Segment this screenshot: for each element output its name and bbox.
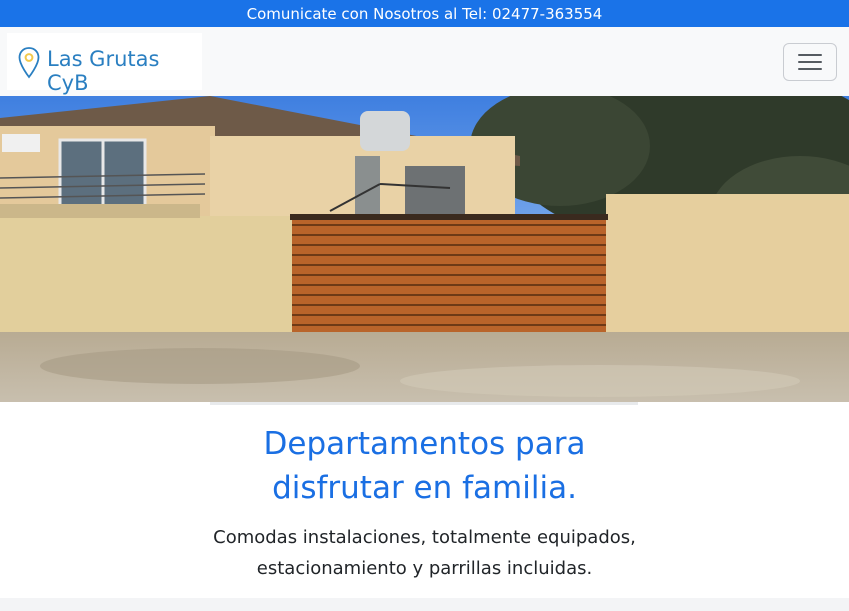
intro-lead-line2: estacionamiento y parrillas incluidas. bbox=[256, 558, 593, 579]
navbar-toggler-button[interactable] bbox=[783, 43, 837, 81]
intro-heading: Departamentos para disfrutar en familia. bbox=[0, 422, 849, 510]
intro-lead-line1: Comodas instalaciones, totalmente equipa… bbox=[213, 527, 636, 548]
next-section-strip bbox=[0, 598, 849, 611]
intro-lead: Comodas instalaciones, totalmente equipa… bbox=[0, 522, 849, 584]
intro-heading-line2: disfrutar en familia. bbox=[272, 470, 577, 506]
map-pin-icon bbox=[18, 47, 40, 79]
intro-heading-line1: Departamentos para bbox=[263, 426, 586, 462]
contact-topbar: Comunicate con Nosotros al Tel: 02477-36… bbox=[0, 0, 849, 27]
brand-logo-link[interactable]: Las Grutas CyB bbox=[7, 33, 202, 95]
brand-name: Las Grutas CyB bbox=[47, 47, 160, 95]
hero-bottom-divider bbox=[210, 402, 638, 405]
contact-phone-text: Comunicate con Nosotros al Tel: 02477-36… bbox=[246, 4, 603, 23]
house-photo bbox=[0, 96, 849, 402]
navbar: Las Grutas CyB bbox=[0, 27, 849, 96]
hero-image bbox=[0, 96, 849, 402]
